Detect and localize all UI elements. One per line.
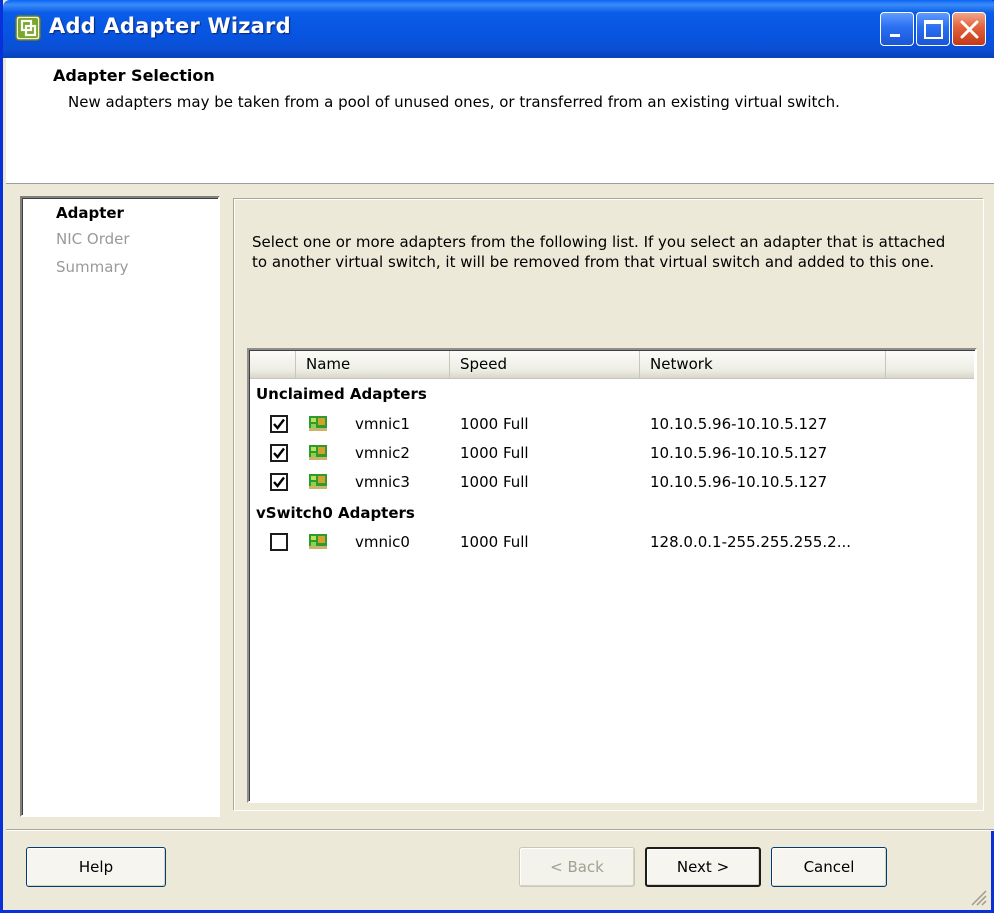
minimize-icon <box>890 34 900 37</box>
table-row[interactable]: vmnic0 1000 Full 128.0.0.1-255.255.255.2… <box>250 528 974 556</box>
checkmark-icon <box>273 418 285 430</box>
column-header-check[interactable] <box>250 351 296 378</box>
resize-grip-icon[interactable] <box>965 884 987 906</box>
network-adapter-icon <box>309 534 327 549</box>
network-adapter-icon <box>309 474 327 489</box>
wizard-steps: Adapter NIC Order Summary <box>20 196 220 817</box>
checkbox[interactable] <box>270 533 288 551</box>
column-header-name[interactable]: Name <box>296 351 450 378</box>
wizard-header: Adapter Selection New adapters may be ta… <box>6 58 994 184</box>
adapter-name: vmnic0 <box>355 533 410 551</box>
next-button[interactable]: Next > <box>645 847 761 887</box>
table-row[interactable]: vmnic2 1000 Full 10.10.5.96-10.10.5.127 <box>250 439 974 467</box>
checkbox[interactable] <box>270 444 288 462</box>
checkbox[interactable] <box>270 415 288 433</box>
adapter-speed: 1000 Full <box>460 415 529 433</box>
adapter-speed: 1000 Full <box>460 473 529 491</box>
window-title: Add Adapter Wizard <box>49 14 291 38</box>
page-title: Adapter Selection <box>53 66 215 85</box>
vsphere-wizard-icon <box>15 15 41 41</box>
column-header-network[interactable]: Network <box>640 351 886 378</box>
adapter-speed: 1000 Full <box>460 444 529 462</box>
adapter-speed: 1000 Full <box>460 533 529 551</box>
checkmark-icon <box>273 476 285 488</box>
minimize-button[interactable] <box>880 12 914 46</box>
footer-divider <box>6 829 994 831</box>
adapter-name: vmnic2 <box>355 444 410 462</box>
adapter-network: 10.10.5.96-10.10.5.127 <box>650 444 828 462</box>
maximize-button[interactable] <box>916 12 950 46</box>
adapter-network: 128.0.0.1-255.255.255.2... <box>650 533 852 551</box>
step-adapter[interactable]: Adapter <box>56 204 124 222</box>
group-label-unclaimed: Unclaimed Adapters <box>256 385 427 403</box>
close-icon <box>960 20 979 39</box>
wizard-window: Add Adapter Wizard Adapter Selection New… <box>0 0 994 913</box>
adapter-network: 10.10.5.96-10.10.5.127 <box>650 473 828 491</box>
title-bar[interactable]: Add Adapter Wizard <box>3 0 994 58</box>
checkmark-icon <box>273 447 285 459</box>
step-nic-order[interactable]: NIC Order <box>56 230 130 248</box>
adapter-list[interactable]: Name Speed Network Unclaimed Adapters vm… <box>247 348 977 803</box>
back-button[interactable]: < Back <box>519 847 635 887</box>
list-header: Name Speed Network <box>250 351 974 379</box>
group-label-vswitch0: vSwitch0 Adapters <box>256 504 415 522</box>
adapter-panel: Select one or more adapters from the fol… <box>234 199 984 811</box>
adapter-name: vmnic3 <box>355 473 410 491</box>
close-button[interactable] <box>952 12 986 46</box>
network-adapter-icon <box>309 416 327 431</box>
checkbox[interactable] <box>270 473 288 491</box>
maximize-icon <box>924 20 943 39</box>
table-row[interactable]: vmnic1 1000 Full 10.10.5.96-10.10.5.127 <box>250 410 974 438</box>
step-summary[interactable]: Summary <box>56 258 129 276</box>
column-header-extra[interactable] <box>886 351 974 378</box>
adapter-network: 10.10.5.96-10.10.5.127 <box>650 415 828 433</box>
network-adapter-icon <box>309 445 327 460</box>
adapter-name: vmnic1 <box>355 415 410 433</box>
table-row[interactable]: vmnic3 1000 Full 10.10.5.96-10.10.5.127 <box>250 468 974 496</box>
content-area: Adapter NIC Order Summary Select one or … <box>6 184 994 829</box>
instructions-text: Select one or more adapters from the fol… <box>252 233 946 271</box>
page-description: New adapters may be taken from a pool of… <box>68 93 840 111</box>
help-button[interactable]: Help <box>26 847 166 887</box>
column-header-speed[interactable]: Speed <box>450 351 640 378</box>
cancel-button[interactable]: Cancel <box>771 847 887 887</box>
